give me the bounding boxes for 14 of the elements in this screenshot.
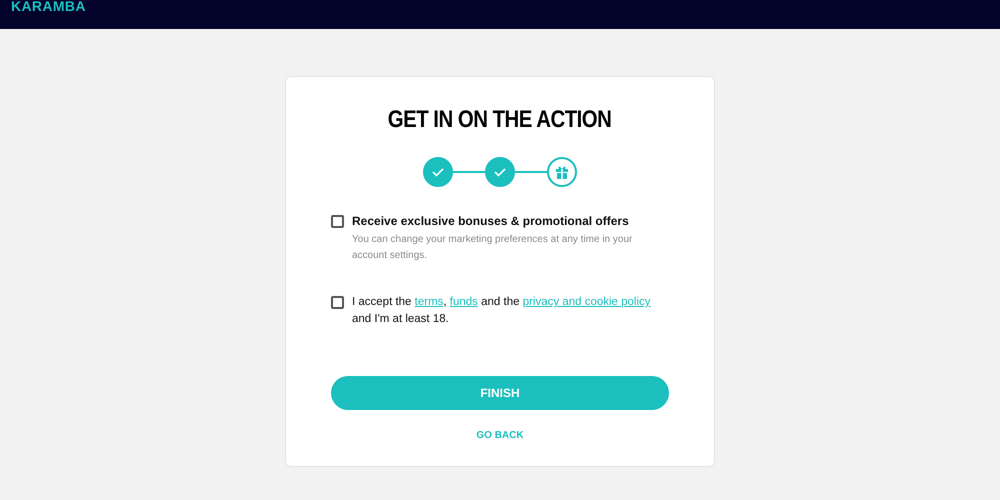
option-hint: You can change your marketing preferences at any time in your account settings. [352,233,634,263]
option-label: Receive exclusive bonuses & promotional offers [352,213,630,229]
checkbox[interactable] [331,215,344,228]
terms-link[interactable]: funds [450,296,478,308]
form-title: GET IN ON THE ACTION [388,105,612,135]
go-back-link[interactable]: GO BACK [476,428,524,443]
logo[interactable]: KARAMBA [11,0,86,13]
checkbox[interactable] [331,296,344,309]
terms-link[interactable]: privacy and cookie policy [522,296,651,308]
step-connector [453,171,485,173]
terms-link[interactable]: terms [414,296,444,308]
step-connector [515,171,547,173]
terms-text: I accept the terms, funds and the privacy and cookie policy and I'm at least 18. [352,295,652,327]
finish-button[interactable]: FINISH [331,376,669,410]
